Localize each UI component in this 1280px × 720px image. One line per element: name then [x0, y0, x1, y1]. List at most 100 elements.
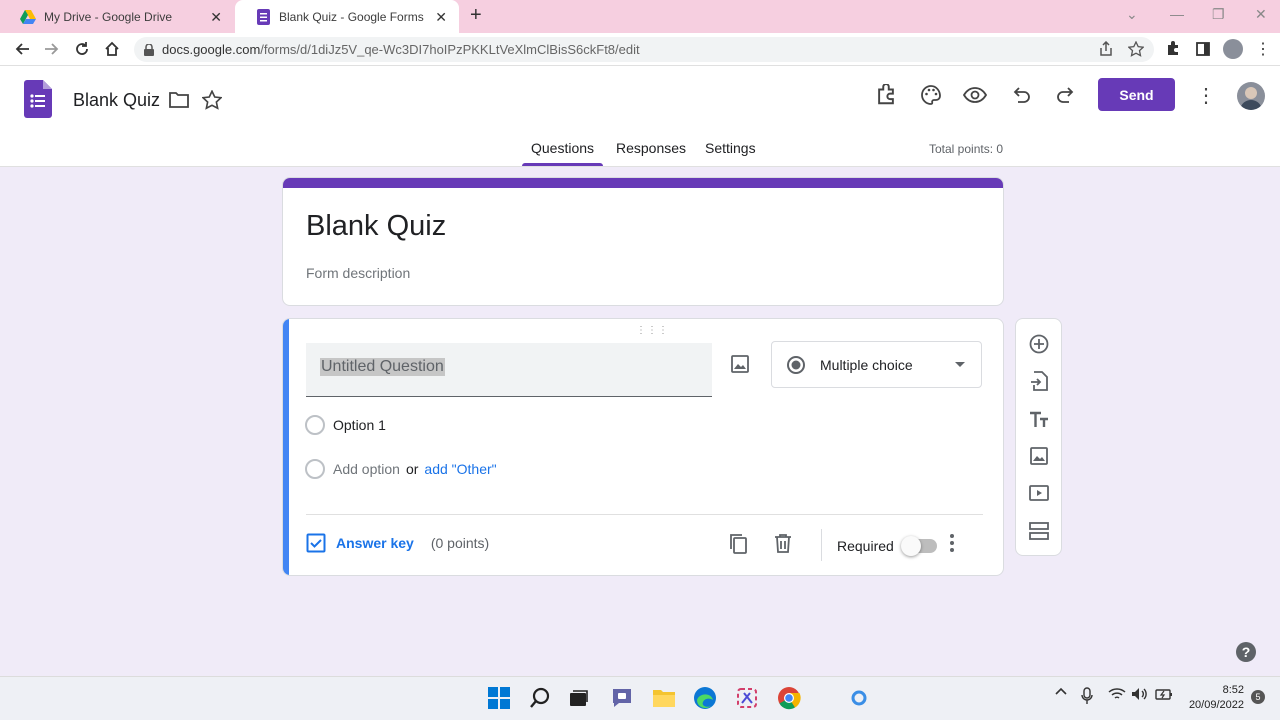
add-video-icon[interactable]	[1027, 481, 1051, 505]
notification-badge[interactable]: 5	[1251, 690, 1265, 704]
home-icon[interactable]	[102, 39, 122, 59]
wifi-icon[interactable]	[1108, 687, 1126, 701]
radio-button-icon	[786, 355, 806, 375]
file-explorer-icon[interactable]	[651, 685, 677, 711]
folder-icon[interactable]	[167, 88, 191, 112]
window-close-icon[interactable]: ✕	[1255, 6, 1267, 23]
more-options-icon[interactable]: ⋮	[1194, 83, 1218, 107]
option-row: Option 1	[305, 415, 386, 435]
add-title-text-icon[interactable]	[1027, 407, 1051, 431]
answer-key-button[interactable]: Answer key (0 points)	[306, 533, 489, 553]
browser-tab-drive[interactable]: My Drive - Google Drive ✕	[0, 0, 234, 33]
tab-questions[interactable]: Questions	[531, 140, 594, 156]
browser-tab-strip: My Drive - Google Drive ✕ Blank Quiz - G…	[0, 0, 1280, 33]
extensions-icon[interactable]	[1163, 39, 1183, 59]
system-clock[interactable]: 8:52 20/09/2022	[1182, 683, 1244, 713]
question-card[interactable]: ⋮⋮⋮ Untitled Question Multiple choice Op…	[282, 318, 1004, 576]
windows-taskbar: 8:52 20/09/2022 5	[0, 676, 1280, 720]
option-radio	[305, 415, 325, 435]
tab-responses[interactable]: Responses	[616, 140, 686, 156]
battery-charging-icon[interactable]	[1155, 687, 1173, 701]
side-panel-icon[interactable]	[1193, 39, 1213, 59]
help-button[interactable]: ?	[1236, 642, 1256, 662]
required-label: Required	[837, 538, 894, 554]
question-more-icon[interactable]	[949, 533, 955, 553]
question-type-select[interactable]: Multiple choice	[771, 341, 982, 388]
floating-toolbar	[1015, 318, 1062, 556]
clock-time: 8:52	[1222, 684, 1244, 696]
undo-icon[interactable]	[1009, 83, 1033, 107]
browser-tab-forms[interactable]: Blank Quiz - Google Forms ✕	[235, 0, 459, 33]
form-title-card: Blank Quiz Form description	[282, 177, 1004, 306]
search-icon[interactable]	[527, 685, 553, 711]
add-section-icon[interactable]	[1027, 519, 1051, 543]
question-title-input[interactable]: Untitled Question	[306, 343, 712, 397]
new-tab-icon[interactable]: +	[470, 4, 482, 27]
edge-browser-icon[interactable]	[692, 685, 718, 711]
form-title-input[interactable]: Blank Quiz	[306, 210, 446, 243]
star-icon[interactable]	[200, 88, 224, 112]
volume-icon[interactable]	[1131, 687, 1149, 701]
address-bar[interactable]: docs.google.com/forms/d/1diJz5V_qe-Wc3DI…	[134, 37, 1154, 62]
microphone-icon[interactable]	[1081, 687, 1093, 705]
browser-tab-title: Blank Quiz - Google Forms	[279, 9, 424, 24]
account-avatar[interactable]	[1237, 82, 1265, 110]
form-title-header[interactable]: Blank Quiz	[73, 90, 160, 111]
footer-separator	[821, 529, 822, 561]
tab-settings[interactable]: Settings	[705, 140, 756, 156]
google-forms-icon	[255, 8, 271, 25]
profile-avatar[interactable]	[1223, 39, 1243, 59]
share-icon[interactable]	[1098, 41, 1114, 57]
forms-header: Blank Quiz Send ⋮ Questions Responses Se…	[0, 66, 1280, 167]
tab-search-icon[interactable]: ⌄	[1126, 6, 1138, 23]
question-points: (0 points)	[430, 535, 490, 551]
reload-icon[interactable]	[72, 39, 92, 59]
windows-start-icon[interactable]	[486, 685, 512, 711]
forward-icon[interactable]	[42, 39, 62, 59]
add-other-button[interactable]: add "Other"	[424, 461, 496, 477]
restore-icon[interactable]: ❐	[1212, 6, 1225, 23]
browser-menu-icon[interactable]: ⋮	[1253, 39, 1273, 59]
chevron-down-icon	[955, 362, 965, 368]
close-tab-icon[interactable]: ✕	[435, 9, 447, 26]
chrome-icon[interactable]	[776, 685, 802, 711]
preview-eye-icon[interactable]	[963, 83, 987, 107]
palette-icon[interactable]	[919, 83, 943, 107]
lock-icon	[144, 43, 154, 56]
teams-chat-icon[interactable]	[609, 685, 635, 711]
toggle-knob	[901, 536, 921, 556]
send-button[interactable]: Send	[1098, 78, 1175, 111]
google-forms-logo-icon[interactable]	[24, 80, 52, 118]
add-question-icon[interactable]	[1027, 332, 1051, 356]
duplicate-icon[interactable]	[728, 533, 748, 555]
browser-toolbar: docs.google.com/forms/d/1diJz5V_qe-Wc3DI…	[0, 33, 1280, 66]
cortana-loading-icon[interactable]	[846, 685, 872, 711]
option-label[interactable]: Option 1	[333, 417, 386, 433]
delete-trash-icon[interactable]	[774, 533, 792, 553]
back-icon[interactable]	[12, 39, 32, 59]
add-option-button[interactable]: Add option	[333, 461, 400, 477]
active-tab-indicator	[522, 163, 603, 166]
url-path: /forms/d/1diJz5V_qe-Wc3DI7hoIPzPKKLtVeXl…	[260, 42, 640, 57]
required-toggle[interactable]	[901, 536, 937, 556]
or-text: or	[405, 461, 419, 477]
total-points: Total points: 0	[929, 142, 1004, 156]
bookmark-star-icon[interactable]	[1128, 41, 1144, 57]
answer-key-label: Answer key	[336, 535, 414, 551]
import-questions-icon[interactable]	[1027, 369, 1051, 393]
add-image-icon[interactable]	[731, 355, 749, 373]
form-description-input[interactable]: Form description	[306, 265, 410, 281]
close-tab-icon[interactable]: ✕	[210, 9, 222, 26]
drag-handle-icon[interactable]: ⋮⋮⋮	[636, 325, 669, 336]
task-view-icon[interactable]	[566, 685, 592, 711]
add-ons-icon[interactable]	[874, 83, 898, 107]
answer-key-checkbox-icon	[306, 533, 326, 553]
redo-icon[interactable]	[1054, 83, 1078, 107]
browser-tab-title: My Drive - Google Drive	[44, 9, 173, 24]
url-host: docs.google.com	[162, 42, 261, 57]
add-image-icon[interactable]	[1027, 444, 1051, 468]
chevron-up-icon[interactable]	[1055, 687, 1067, 695]
add-option-row: Add option or add "Other"	[305, 459, 497, 479]
minimize-icon[interactable]: —	[1170, 6, 1184, 22]
snipping-tool-icon[interactable]	[734, 685, 760, 711]
